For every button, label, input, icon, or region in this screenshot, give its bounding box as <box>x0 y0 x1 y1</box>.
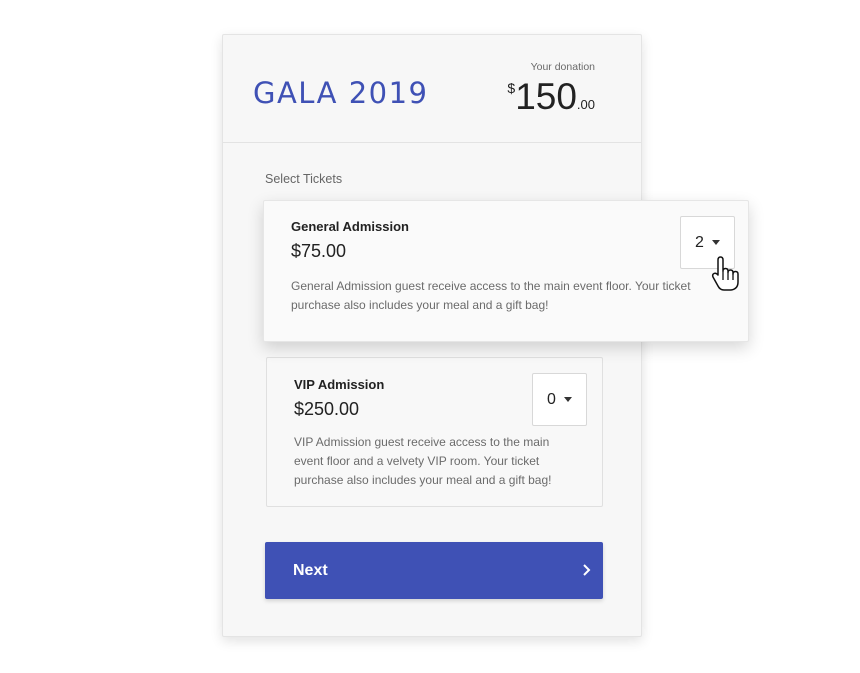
ticket-name: VIP Admission <box>294 377 385 392</box>
donation-currency: $ <box>507 80 516 96</box>
vip-quantity-select[interactable]: 0 <box>532 373 587 426</box>
ticket-description: General Admission guest receive access t… <box>291 279 691 312</box>
select-tickets-label: Select Tickets <box>265 172 343 186</box>
ticket-price: $75.00 <box>291 241 347 261</box>
ticket-name: General Admission <box>291 219 409 234</box>
donation-label: Your donation <box>530 61 595 73</box>
quantity-value: 2 <box>695 233 704 251</box>
chevron-right-icon <box>583 564 591 576</box>
next-button[interactable]: Next <box>265 542 603 599</box>
donation-amount: $150.00 <box>507 77 595 117</box>
ticket-price: $250.00 <box>294 399 360 419</box>
event-title: GALA 2019 <box>253 76 429 110</box>
hand-pointer-icon <box>711 256 739 291</box>
ticket-description: VIP Admission guest receive access to th… <box>294 435 552 487</box>
quantity-value: 0 <box>547 390 556 408</box>
caret-down-icon <box>711 240 720 245</box>
ticket-card-vip-admission: VIP Admission $250.00 VIP Admission gues… <box>266 357 603 507</box>
donation-cents: .00 <box>576 97 595 112</box>
ticket-card-general-admission: General Admission $75.00 General Admissi… <box>263 200 749 342</box>
caret-down-icon <box>563 397 572 402</box>
donation-whole: 150 <box>515 76 577 117</box>
next-button-label: Next <box>293 562 328 579</box>
card-header: GALA 2019 Your donation $150.00 <box>223 35 641 143</box>
